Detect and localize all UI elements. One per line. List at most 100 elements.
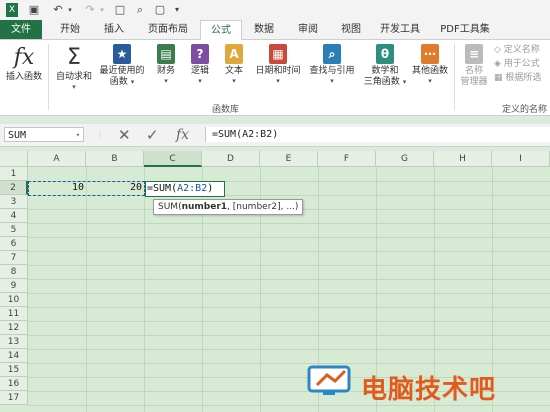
- save-icon[interactable]: ▣: [28, 3, 40, 17]
- defined-names-group-label: 定义的名称: [502, 105, 548, 115]
- function-argument-tooltip: SUM(number1, [number2], ...): [153, 199, 304, 215]
- tab-view[interactable]: 视图: [332, 20, 370, 39]
- chevron-down-icon: ▾: [428, 77, 432, 85]
- row-header-15[interactable]: 15: [0, 363, 28, 377]
- gridline: [28, 293, 550, 294]
- math-trig-button[interactable]: θ 数学和 三角函数 ▾: [360, 44, 410, 88]
- undo-icon[interactable]: ↶: [52, 3, 64, 17]
- cell-c2-editing[interactable]: =SUM(A2:B2): [145, 181, 225, 197]
- redo-dropdown-icon[interactable]: ▾: [98, 3, 106, 17]
- row-header-10[interactable]: 10: [0, 293, 28, 307]
- tab-insert[interactable]: 插入: [94, 20, 134, 39]
- create-from-selection-button[interactable]: ▦ 根据所选: [494, 72, 541, 84]
- column-header-g[interactable]: G: [376, 151, 434, 167]
- text-button[interactable]: A 文本 ▾: [218, 44, 250, 86]
- text-book-icon: A: [225, 44, 243, 64]
- autosum-label: 自动求和: [55, 72, 92, 82]
- use-in-formula-button[interactable]: ◈ 用于公式: [494, 58, 540, 70]
- gridline: [144, 167, 145, 412]
- open-file-icon[interactable]: ▢: [154, 3, 166, 17]
- row-header-1[interactable]: 1: [0, 167, 28, 181]
- quick-access-toolbar: X ▣ ↶ ▾ ↷ ▾ □ ⌕ ▢ ▾: [0, 0, 550, 20]
- tab-review[interactable]: 审阅: [289, 20, 327, 39]
- tooltip-current-argument: number1: [181, 202, 228, 212]
- define-name-button[interactable]: ◇ 定义名称: [494, 44, 540, 56]
- row-header-17[interactable]: 17: [0, 391, 28, 405]
- row-header-3[interactable]: 3: [0, 195, 28, 209]
- row-header-12[interactable]: 12: [0, 321, 28, 335]
- select-all-corner[interactable]: [0, 151, 28, 167]
- formula-input[interactable]: =SUM(A2:B2): [205, 127, 550, 142]
- financial-label: 财务: [156, 66, 175, 76]
- row-header-6[interactable]: 6: [0, 237, 28, 251]
- cancel-icon[interactable]: ✕: [118, 126, 131, 144]
- tab-developer[interactable]: 开发工具: [374, 20, 426, 39]
- group-separator: [454, 44, 455, 110]
- row-header-5[interactable]: 5: [0, 223, 28, 237]
- chevron-down-icon: ▾: [72, 83, 76, 91]
- gridline: [28, 321, 550, 322]
- row-header-4[interactable]: 4: [0, 209, 28, 223]
- theta-book-icon: θ: [376, 44, 394, 64]
- formula-suffix: ): [207, 183, 214, 194]
- lookup-reference-button[interactable]: ⌕ 查找与引用 ▾: [304, 44, 360, 86]
- row-header-16[interactable]: 16: [0, 377, 28, 391]
- column-header-f[interactable]: F: [318, 151, 376, 167]
- column-header-c[interactable]: C: [144, 151, 202, 167]
- chevron-down-icon: ▾: [330, 77, 334, 85]
- column-header-h[interactable]: H: [434, 151, 492, 167]
- tab-file[interactable]: 文件: [0, 20, 42, 39]
- chevron-down-icon: ▾: [75, 131, 80, 139]
- more-functions-book-icon: ⋯: [421, 44, 439, 64]
- column-header-d[interactable]: D: [202, 151, 260, 167]
- name-box[interactable]: SUM ▾: [4, 127, 84, 142]
- gridline: [28, 363, 550, 364]
- row-header-14[interactable]: 14: [0, 349, 28, 363]
- tab-page-layout[interactable]: 页面布局: [140, 20, 196, 39]
- autosum-button[interactable]: Σ 自动求和 ▾: [52, 44, 96, 92]
- cell-b2[interactable]: 20: [86, 181, 142, 195]
- name-box-value: SUM: [8, 130, 27, 141]
- math-trig-label-2: 三角函数: [363, 77, 400, 87]
- column-header-a[interactable]: A: [28, 151, 86, 167]
- create-from-selection-label: 根据所选: [505, 73, 542, 83]
- more-functions-button[interactable]: ⋯ 其他函数 ▾: [410, 44, 450, 86]
- new-file-icon[interactable]: □: [114, 3, 126, 17]
- name-manager-button[interactable]: ≡ 名称 管理器: [456, 44, 492, 88]
- row-header-11[interactable]: 11: [0, 307, 28, 321]
- row-header-2[interactable]: 2: [0, 181, 28, 195]
- tab-home[interactable]: 开始: [50, 20, 90, 39]
- lookup-reference-label: 查找与引用: [309, 66, 355, 76]
- insert-function-fx-button[interactable]: fx: [176, 126, 189, 144]
- enter-check-icon[interactable]: ✓: [146, 126, 159, 144]
- chevron-down-icon: ▾: [232, 77, 236, 85]
- tab-pdf-tools[interactable]: PDF工具集: [432, 20, 498, 39]
- text-label: 文本: [224, 66, 243, 76]
- customize-toolbar-icon[interactable]: ▾: [172, 3, 182, 17]
- insert-function-button[interactable]: fx 插入函数: [2, 44, 46, 83]
- undo-dropdown-icon[interactable]: ▾: [66, 3, 74, 17]
- column-header-e[interactable]: E: [260, 151, 318, 167]
- logical-button[interactable]: ? 逻辑 ▾: [184, 44, 216, 86]
- tab-formulas[interactable]: 公式: [200, 20, 242, 41]
- cell-a2[interactable]: 10: [28, 181, 84, 195]
- print-preview-icon[interactable]: ⌕: [134, 3, 146, 17]
- financial-button[interactable]: ▤ 财务 ▾: [150, 44, 182, 86]
- gridline: [28, 223, 550, 224]
- row-header-7[interactable]: 7: [0, 251, 28, 265]
- logical-book-icon: ?: [191, 44, 209, 64]
- row-header-13[interactable]: 13: [0, 335, 28, 349]
- formula-prefix: =SUM(: [147, 183, 178, 194]
- column-header-b[interactable]: B: [86, 151, 144, 167]
- row-header-8[interactable]: 8: [0, 265, 28, 279]
- tab-data[interactable]: 数据: [245, 20, 283, 39]
- redo-icon[interactable]: ↷: [84, 3, 96, 17]
- recently-used-label-2: 函数: [109, 77, 128, 87]
- watermark-text: 电脑技术吧: [361, 375, 497, 405]
- recently-used-button[interactable]: ★ 最近使用的 函数 ▾: [96, 44, 148, 88]
- date-time-button[interactable]: ▦ 日期和时间 ▾: [252, 44, 304, 86]
- column-header-i[interactable]: I: [492, 151, 550, 167]
- sigma-icon: Σ: [67, 45, 81, 70]
- gridline: [28, 251, 550, 252]
- row-header-9[interactable]: 9: [0, 279, 28, 293]
